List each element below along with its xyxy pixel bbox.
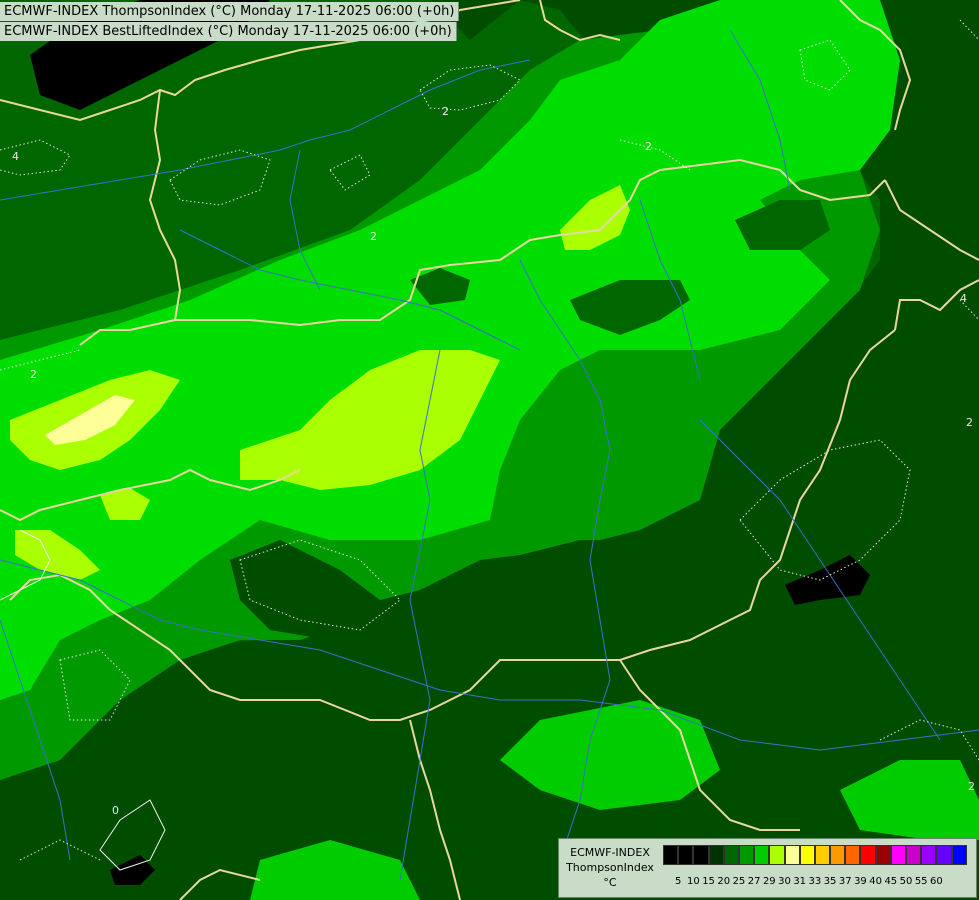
legend-tick-spacer: [663, 875, 671, 889]
legend-ticks: 5 10 15 20 25 27 29 30 31 33 35 37 39 40 45 50 55 60: [663, 875, 944, 889]
contour-label: 2: [645, 140, 652, 153]
legend-tick-label: 50: [899, 876, 913, 887]
legend-tick-label: 20: [717, 876, 731, 887]
legend-swatch: [890, 845, 906, 865]
legend-unit: °C: [603, 876, 617, 889]
legend-title: ECMWF-INDEX ThompsonIndex °C: [561, 845, 659, 890]
legend-swatch: [754, 845, 770, 865]
legend-swatch: [708, 845, 724, 865]
legend-swatch: [799, 845, 815, 865]
legend-swatch: [769, 845, 785, 865]
legend-index-name: ThompsonIndex: [566, 861, 654, 874]
legend-swatch: [678, 845, 694, 865]
legend-swatch: [860, 845, 876, 865]
legend-swatch: [921, 845, 937, 865]
legend-tick-label: 35: [823, 876, 837, 887]
contour-label: 2: [968, 780, 975, 793]
contour-label: 2: [966, 416, 973, 429]
header-title-best-lifted-index: ECMWF-INDEX BestLiftedIndex (°C) Monday …: [0, 22, 457, 41]
legend-tick-label: 29: [762, 876, 776, 887]
legend-tick-label: 31: [793, 876, 807, 887]
legend-tick-label: 5: [675, 876, 682, 887]
header-title-thompson-index: ECMWF-INDEX ThompsonIndex (°C) Monday 17…: [0, 2, 460, 21]
legend-swatch: [830, 845, 846, 865]
legend-swatch: [723, 845, 739, 865]
legend-swatch: [906, 845, 922, 865]
legend-swatch: [845, 845, 861, 865]
contour-label: 4: [960, 292, 967, 305]
legend-tick-label: 60: [930, 876, 943, 887]
legend-tick-label: 33: [808, 876, 822, 887]
weather-map: 2 2 2 2 2 2 4 4 0: [0, 0, 979, 900]
legend-tick-label: 25: [732, 876, 746, 887]
legend-swatch: [875, 845, 891, 865]
contour-label: 2: [370, 230, 377, 243]
legend-tick-label: 45: [884, 876, 898, 887]
contour-label: 2: [30, 368, 37, 381]
contour-label: 4: [12, 150, 19, 163]
legend-swatch: [814, 845, 831, 865]
legend-swatch: [784, 845, 800, 865]
legend-swatch: [951, 845, 967, 865]
contour-label: 0: [112, 804, 119, 817]
legend-tick-label: 10: [687, 876, 700, 887]
legend-swatch: [663, 845, 679, 865]
legend-tick-label: 15: [702, 876, 715, 887]
color-legend: ECMWF-INDEX ThompsonIndex °C 5 10 15 20 25 27…: [558, 838, 977, 898]
legend-tick-label: 37: [838, 876, 852, 887]
legend-swatch: [693, 845, 709, 865]
legend-tick-label: 55: [914, 876, 928, 887]
legend-tick-label: 27: [747, 876, 761, 887]
legend-tick-label: 40: [869, 876, 882, 887]
legend-source: ECMWF-INDEX: [570, 846, 650, 859]
legend-tick-label: 39: [854, 876, 867, 887]
legend-tick-label: 30: [778, 876, 791, 887]
legend-swatches: [663, 845, 967, 865]
legend-swatch: [738, 845, 755, 865]
legend-swatch: [936, 845, 952, 865]
contour-label: 2: [442, 105, 449, 118]
